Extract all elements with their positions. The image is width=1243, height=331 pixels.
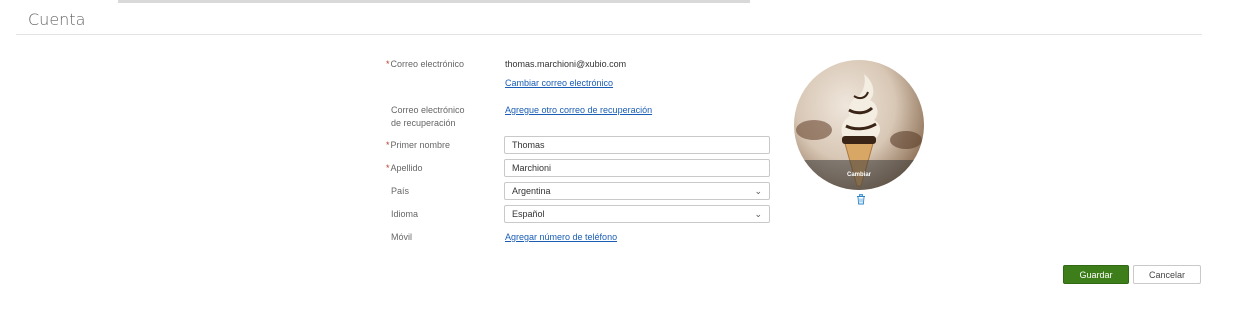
add-recovery-email-link[interactable]: Agregue otro correo de recuperación (505, 105, 652, 115)
country-select[interactable]: Argentina ⌄ (504, 182, 770, 200)
language-label: Idioma (391, 209, 419, 219)
mobile-label: Móvil (391, 232, 413, 242)
change-avatar-label: Cambiar (846, 172, 871, 178)
country-selected: Argentina (512, 186, 551, 196)
page-title: Cuenta (28, 10, 86, 29)
avatar[interactable]: Cambiar (794, 60, 924, 190)
save-button[interactable]: Guardar (1063, 265, 1129, 284)
required-mark: * (386, 59, 390, 69)
top-scroll-bar (118, 0, 750, 3)
recovery-email-label: Correo electrónico de recuperación (391, 105, 465, 128)
first-name-label: *Primer nombre (386, 140, 451, 150)
cancel-button[interactable]: Cancelar (1133, 265, 1201, 284)
last-name-input[interactable] (504, 159, 770, 177)
trash-icon[interactable] (855, 192, 867, 205)
email-label: *Correo electrónico (386, 59, 465, 69)
country-label: País (391, 186, 410, 196)
change-email-link[interactable]: Cambiar correo electrónico (505, 78, 613, 88)
last-name-label: *Apellido (386, 163, 423, 173)
language-select[interactable]: Español ⌄ (504, 205, 770, 223)
title-divider (16, 34, 1202, 35)
email-value: thomas.marchioni@xubio.com (505, 59, 627, 69)
chevron-down-icon: ⌄ (754, 185, 762, 196)
chevron-down-icon: ⌄ (754, 208, 762, 219)
add-phone-link[interactable]: Agregar número de teléfono (505, 232, 617, 242)
language-selected: Español (512, 209, 545, 219)
first-name-input[interactable] (504, 136, 770, 154)
